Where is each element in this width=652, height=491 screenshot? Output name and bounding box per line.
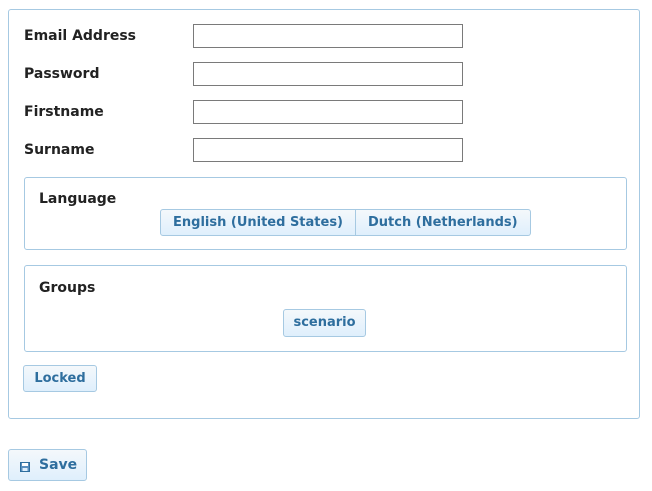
password-label: Password: [24, 66, 100, 82]
language-option-dutch[interactable]: Dutch (Netherlands): [356, 209, 531, 236]
user-form-panel: Email Address Password Firstname Surname…: [8, 9, 640, 419]
groups-fieldset: Groups scenario: [24, 265, 627, 352]
surname-label: Surname: [24, 142, 95, 158]
language-button-group: English (United States) Dutch (Netherlan…: [160, 209, 531, 236]
floppy-disk-icon: [20, 460, 30, 472]
group-option-scenario[interactable]: scenario: [283, 309, 366, 337]
language-option-english[interactable]: English (United States): [160, 209, 357, 236]
email-field[interactable]: [193, 24, 463, 48]
surname-field[interactable]: [193, 138, 463, 162]
locked-toggle-button[interactable]: Locked: [23, 365, 97, 392]
firstname-label: Firstname: [24, 104, 104, 120]
save-button-label: Save: [39, 457, 78, 473]
language-fieldset: Language English (United States) Dutch (…: [24, 177, 627, 250]
password-field[interactable]: [193, 62, 463, 86]
email-label: Email Address: [24, 28, 137, 44]
firstname-field[interactable]: [193, 100, 463, 124]
save-button[interactable]: Save: [8, 449, 87, 481]
language-title: Language: [39, 191, 117, 207]
groups-title: Groups: [39, 280, 96, 296]
